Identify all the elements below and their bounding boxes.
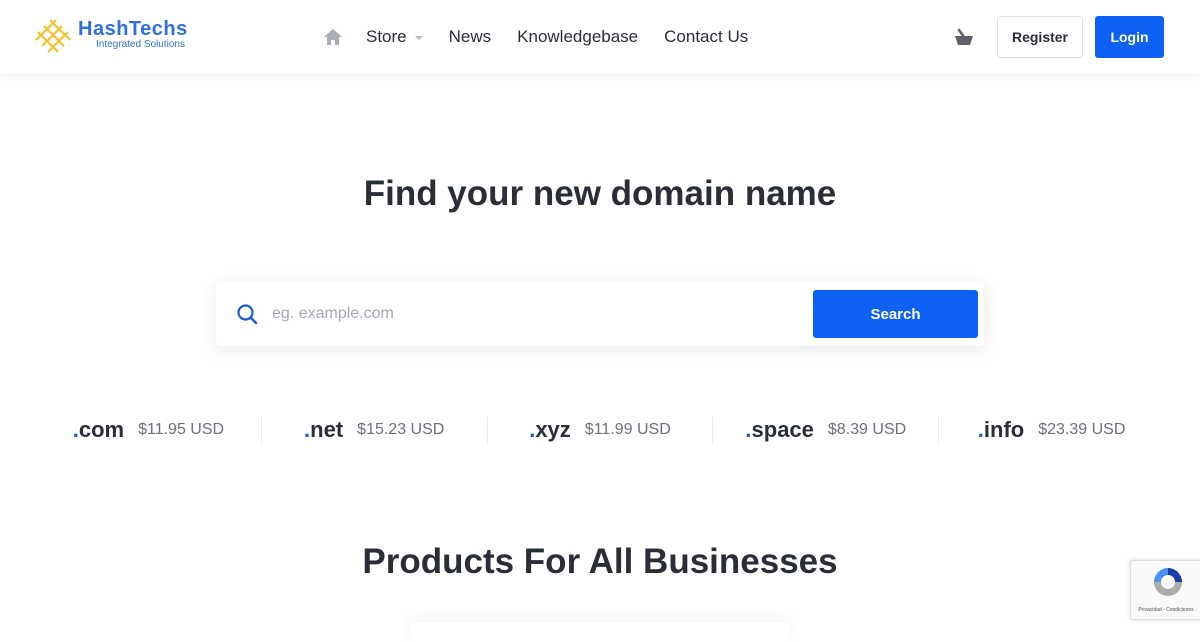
site-header: HashTechs Integrated Solutions Store New… <box>0 0 1200 74</box>
recaptcha-badge[interactable]: Privacidad - Condiciones <box>1130 560 1200 620</box>
logo[interactable]: HashTechs Integrated Solutions <box>34 16 214 58</box>
tld-price: $11.99 USD <box>584 421 671 438</box>
search-icon <box>237 304 258 325</box>
tld-price: $11.95 USD <box>138 421 225 438</box>
tld-extension: .space <box>745 417 814 443</box>
nav-item-contact-us[interactable]: Contact Us <box>664 27 748 47</box>
tld-name: xyz <box>535 417 571 442</box>
register-button[interactable]: Register <box>997 16 1083 58</box>
nav-item-news[interactable]: News <box>449 27 492 47</box>
tld-item: .xyz $11.99 USD <box>488 417 714 443</box>
tld-name: info <box>983 417 1025 442</box>
domain-search-form: Search <box>216 282 984 346</box>
nav-home[interactable] <box>322 26 344 48</box>
domain-search-input[interactable] <box>272 298 802 330</box>
tld-price: $23.39 USD <box>1038 421 1126 438</box>
search-button[interactable]: Search <box>813 290 978 338</box>
nav-item-label: Store <box>366 27 407 46</box>
tld-extension: .com <box>73 417 124 443</box>
tld-name: net <box>310 417 344 442</box>
tld-item: .com $11.95 USD <box>36 417 262 443</box>
home-icon <box>324 29 342 45</box>
tld-item: .info $23.39 USD <box>939 417 1164 443</box>
tld-extension: .xyz <box>529 417 571 443</box>
tld-name: com <box>78 417 125 442</box>
tld-price-list: .com $11.95 USD .net $15.23 USD .xyz $11… <box>36 410 1164 450</box>
logo-name: HashTechs <box>78 18 188 40</box>
product-card <box>410 622 790 642</box>
products-section-title: Products For All Businesses <box>362 542 838 581</box>
main-nav: Store News Knowledgebase Contact Us <box>322 24 774 50</box>
login-button[interactable]: Login <box>1095 16 1164 58</box>
recaptcha-icon <box>1154 568 1182 596</box>
tld-extension: .net <box>304 417 343 443</box>
nav-item-knowledgebase[interactable]: Knowledgebase <box>517 27 638 47</box>
logo-tagline: Integrated Solutions <box>96 39 185 50</box>
nav-item-store[interactable]: Store <box>366 27 423 47</box>
tld-price: $8.39 USD <box>827 421 907 438</box>
tld-item: .net $15.23 USD <box>262 417 488 443</box>
logo-mark-icon <box>35 19 71 53</box>
tld-item: .space $8.39 USD <box>713 417 940 443</box>
tld-extension: .info <box>978 417 1024 443</box>
recaptcha-links[interactable]: Privacidad - Condiciones <box>1131 607 1200 613</box>
basket-icon[interactable] <box>952 28 976 48</box>
hero-title: Find your new domain name <box>363 174 837 213</box>
tld-name: space <box>751 417 814 442</box>
chevron-down-icon <box>414 36 423 40</box>
tld-price: $15.23 USD <box>357 421 445 438</box>
